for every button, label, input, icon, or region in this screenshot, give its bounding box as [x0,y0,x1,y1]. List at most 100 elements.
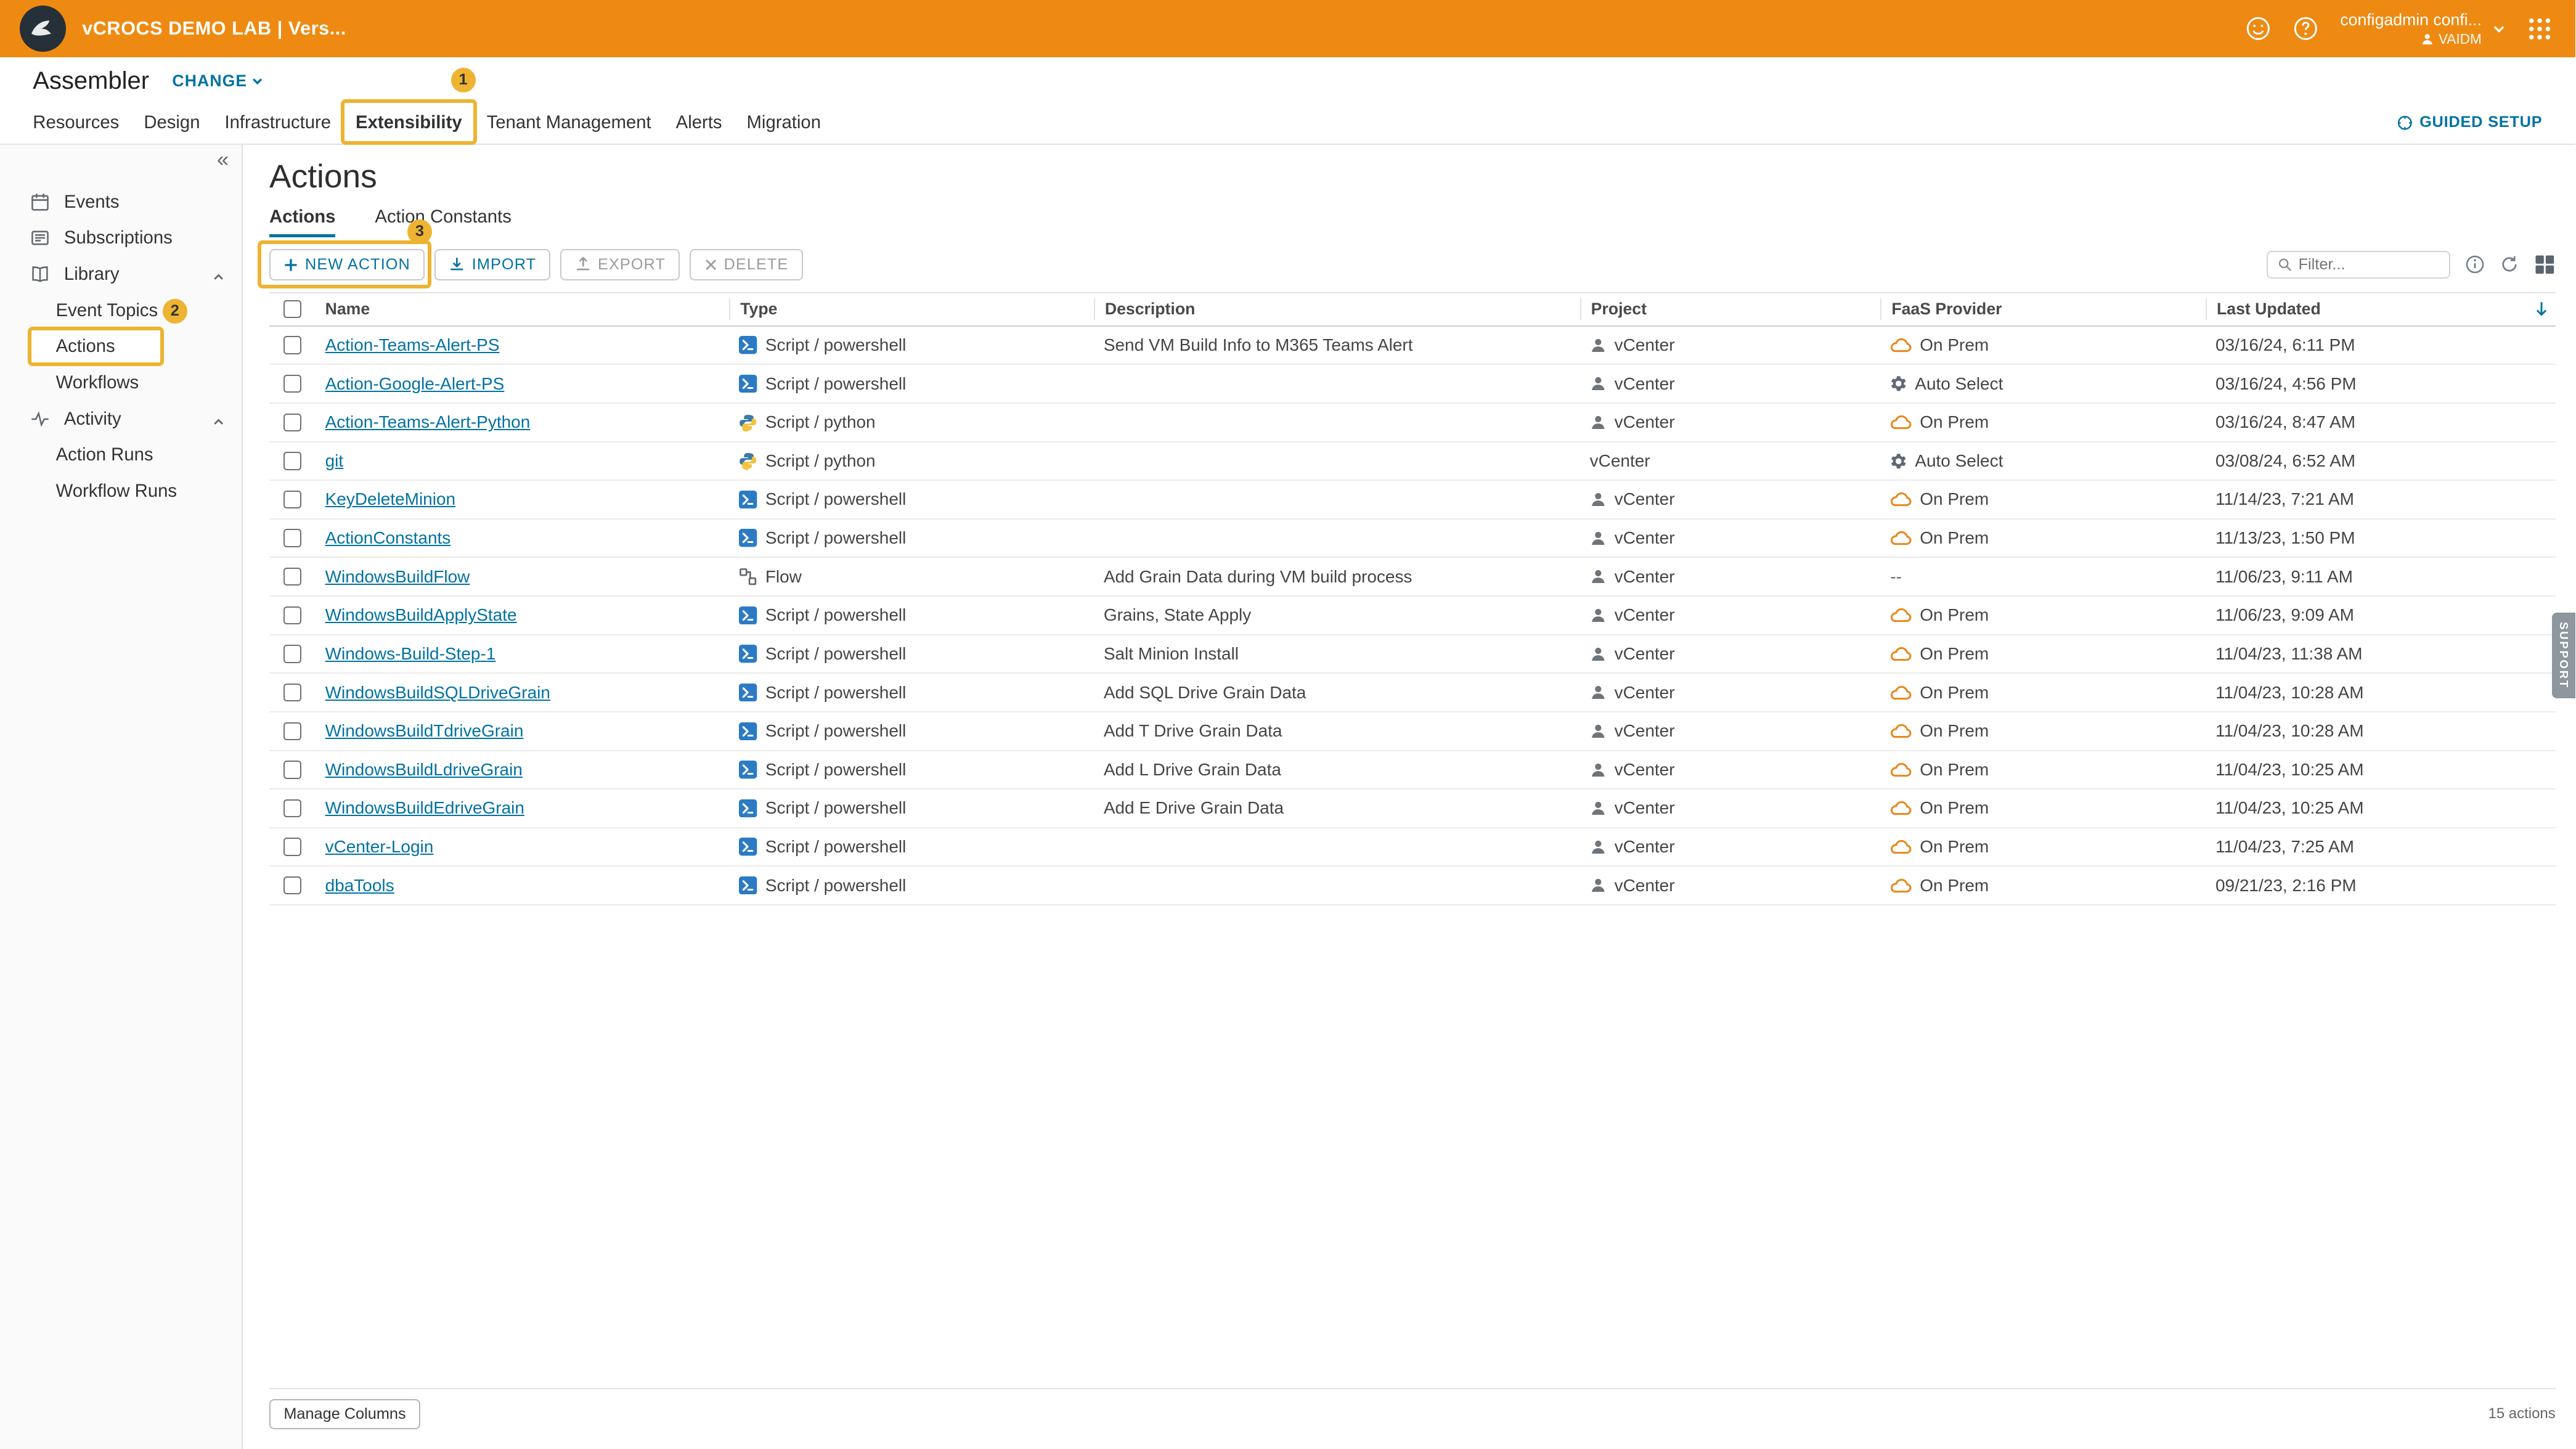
faas-label: On Prem [1920,683,1989,703]
table-row[interactable]: WindowsBuildApplyState Script / powershe… [269,597,2556,635]
tab-actions[interactable]: Actions [269,206,335,237]
column-header-description[interactable]: Description [1094,298,1580,320]
column-header-type[interactable]: Type [729,298,1094,320]
sidebar-item-event-topics[interactable]: Event Topics [0,292,242,329]
delete-button[interactable]: DELETE [690,249,802,280]
row-checkbox[interactable] [283,414,301,431]
action-name-link[interactable]: KeyDeleteMinion [325,489,455,509]
table-row[interactable]: Windows-Build-Step-1 Script / powershell… [269,635,2556,674]
cloud-icon [1890,531,1912,545]
action-name-link[interactable]: WindowsBuildLdriveGrain [325,760,523,780]
row-checkbox[interactable] [283,336,301,354]
select-all-checkbox[interactable] [283,300,301,318]
change-app-link[interactable]: CHANGE [172,71,263,91]
sidebar-group-activity[interactable]: Activity [0,401,242,437]
row-checkbox[interactable] [283,606,301,624]
python-icon [739,414,757,431]
tab-action-constants[interactable]: Action Constants [375,206,511,237]
sidebar-group-library[interactable]: Library [0,256,242,293]
table-row[interactable]: vCenter-Login Script / powershell vCente… [269,828,2556,867]
sidebar-item-subscriptions[interactable]: Subscriptions [0,220,242,256]
action-name-link[interactable]: Windows-Build-Step-1 [325,644,496,664]
guided-setup-link[interactable]: GUIDED SETUP [2397,113,2543,131]
feedback-smiley-icon[interactable] [2245,15,2272,42]
row-count: 15 actions [2488,1405,2555,1422]
table-row[interactable]: WindowsBuildFlow Flow Add Grain Data dur… [269,558,2556,597]
table-row[interactable]: Action-Google-Alert-PS Script / powershe… [269,365,2556,404]
sidebar-item-workflows[interactable]: Workflows [0,365,242,401]
row-checkbox[interactable] [283,568,301,586]
help-icon[interactable] [2293,15,2319,42]
export-button[interactable]: EXPORT [560,249,680,280]
environment-title: vCROCS DEMO LAB | Vers... [82,18,346,39]
row-checkbox[interactable] [283,684,301,701]
manage-columns-button[interactable]: Manage Columns [269,1399,420,1429]
table-row[interactable]: WindowsBuildSQLDriveGrain Script / power… [269,674,2556,712]
tab-tenant-management[interactable]: Tenant Management [487,112,651,133]
row-checkbox[interactable] [283,876,301,894]
row-checkbox[interactable] [283,761,301,778]
table-row[interactable]: WindowsBuildTdriveGrain Script / powersh… [269,712,2556,751]
row-checkbox[interactable] [283,491,301,508]
faas-label: On Prem [1920,837,1989,857]
row-checkbox[interactable] [283,529,301,547]
column-header-faas-provider[interactable]: FaaS Provider [1880,298,2206,320]
sort-descending-icon[interactable] [2534,301,2549,317]
type-label: Script / powershell [765,798,907,818]
new-action-button[interactable]: NEW ACTION [269,249,425,280]
filter-input[interactable] [2299,256,2440,274]
sidebar-item-actions[interactable]: Actions 2 [0,329,242,365]
action-name-link[interactable]: Action-Teams-Alert-Python [325,412,531,432]
action-name-link[interactable]: WindowsBuildTdriveGrain [325,721,524,741]
table-row[interactable]: git Script / python vCenter Auto Select … [269,443,2556,481]
row-checkbox[interactable] [283,722,301,740]
action-name-link[interactable]: ActionConstants [325,528,451,548]
tab-migration[interactable]: Migration [747,112,821,133]
column-header-last-updated[interactable]: Last Updated [2206,298,2556,320]
row-checkbox[interactable] [283,452,301,470]
action-name-link[interactable]: WindowsBuildSQLDriveGrain [325,683,550,703]
info-icon[interactable] [2465,255,2485,274]
tab-alerts[interactable]: Alerts [676,112,722,133]
action-name-link[interactable]: vCenter-Login [325,837,434,857]
export-icon [575,256,592,273]
refresh-icon[interactable] [2500,255,2519,274]
action-name-link[interactable]: dbaTools [325,876,394,896]
table-row[interactable]: WindowsBuildEdriveGrain Script / powersh… [269,790,2556,828]
tab-infrastructure[interactable]: Infrastructure [224,112,331,133]
column-header-project[interactable]: Project [1580,298,1881,320]
user-menu[interactable]: configadmin confi... VAIDM [2340,10,2506,48]
faas-label: On Prem [1920,644,1989,664]
import-button[interactable]: IMPORT [434,249,550,280]
sidebar-item-workflow-runs[interactable]: Workflow Runs [0,473,242,509]
table-row[interactable]: ActionConstants Script / powershell vCen… [269,520,2556,558]
table-row[interactable]: dbaTools Script / powershell vCenter On … [269,867,2556,905]
action-name-link[interactable]: Action-Google-Alert-PS [325,374,505,394]
tab-design[interactable]: Design [144,112,200,133]
action-name-link[interactable]: WindowsBuildApplyState [325,605,517,625]
row-checkbox[interactable] [283,799,301,817]
grid-view-icon[interactable] [2534,254,2556,276]
action-name-link[interactable]: WindowsBuildFlow [325,567,470,587]
row-checkbox[interactable] [283,838,301,855]
column-header-name[interactable]: Name [316,298,730,320]
table-row[interactable]: Action-Teams-Alert-Python Script / pytho… [269,404,2556,443]
support-tab[interactable]: SUPPORT [2552,613,2575,698]
action-name-link[interactable]: WindowsBuildEdriveGrain [325,798,524,818]
sidebar-item-events[interactable]: Events [0,184,242,220]
sidebar-collapse-icon[interactable]: « [217,148,229,172]
tab-extensibility[interactable]: Extensibility 1 [356,112,462,133]
action-name-link[interactable]: Action-Teams-Alert-PS [325,335,500,355]
table-row[interactable]: Action-Teams-Alert-PS Script / powershel… [269,327,2556,365]
table-row[interactable]: WindowsBuildLdriveGrain Script / powersh… [269,751,2556,790]
tab-resources[interactable]: Resources [33,112,119,133]
activity-icon [30,409,51,429]
action-name-link[interactable]: git [325,451,344,471]
app-switcher-icon[interactable] [2527,17,2552,41]
row-checkbox[interactable] [283,375,301,393]
table-row[interactable]: KeyDeleteMinion Script / powershell vCen… [269,481,2556,520]
sidebar-item-action-runs[interactable]: Action Runs [0,437,242,473]
last-updated-cell: 11/13/23, 1:50 PM [2206,528,2556,548]
last-updated-cell: 11/04/23, 10:28 AM [2206,721,2556,741]
row-checkbox[interactable] [283,645,301,663]
